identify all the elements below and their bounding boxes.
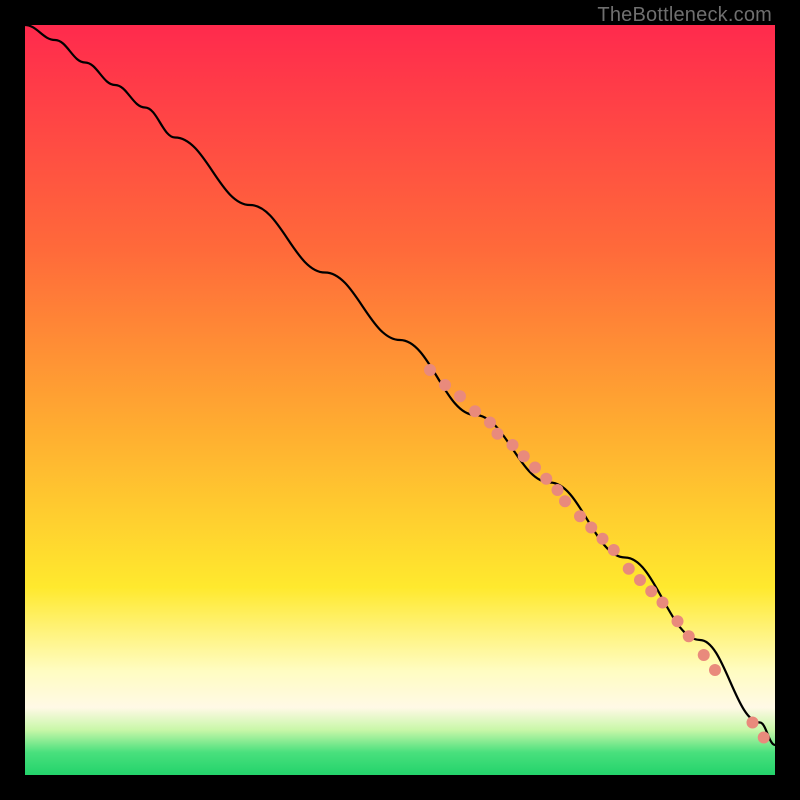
chart-frame bbox=[25, 25, 775, 775]
chart-background-gradient bbox=[25, 25, 775, 775]
watermark-text: TheBottleneck.com bbox=[597, 4, 772, 27]
